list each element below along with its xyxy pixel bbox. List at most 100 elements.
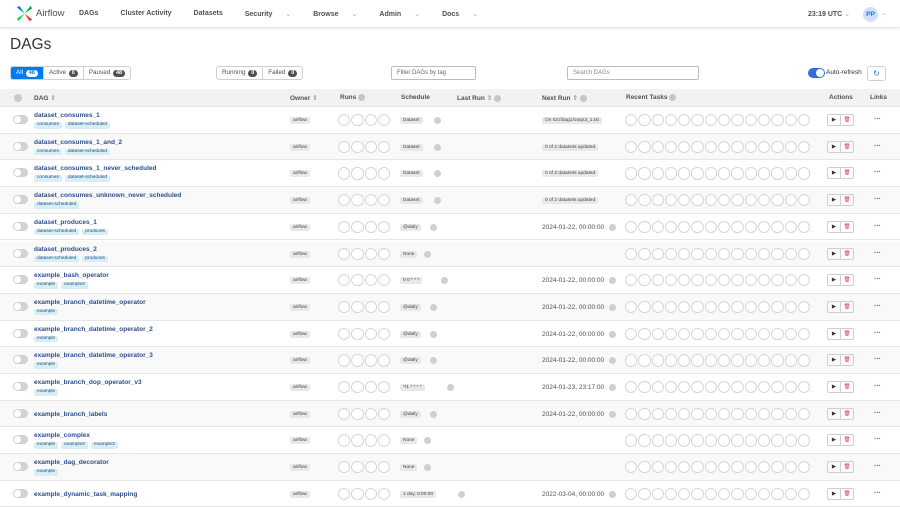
task-state-circle[interactable] [744, 247, 757, 260]
task-state-circle[interactable] [638, 407, 651, 420]
dag-name-link[interactable]: example_dag_decorator [34, 459, 109, 466]
delete-dag-button[interactable]: 🗑 [841, 195, 853, 205]
run-state-circle[interactable] [338, 487, 351, 501]
task-state-circle[interactable] [718, 487, 731, 501]
schedule-badge[interactable]: @daily [400, 223, 421, 231]
airflow-logo-icon[interactable] [16, 5, 33, 22]
schedule-badge[interactable]: @daily [400, 357, 421, 365]
task-state-circle[interactable] [797, 300, 811, 314]
trigger-dag-button[interactable]: ▶ [828, 435, 841, 446]
task-state-circle[interactable] [771, 327, 784, 340]
info-icon[interactable] [423, 437, 431, 445]
task-state-circle[interactable] [731, 140, 744, 153]
task-state-circle[interactable] [664, 487, 678, 501]
task-state-circle[interactable] [797, 407, 811, 420]
task-state-circle[interactable] [718, 220, 731, 234]
schedule-badge[interactable]: None [400, 464, 418, 472]
brand-name[interactable]: Airflow [36, 8, 65, 19]
task-state-circle[interactable] [638, 461, 651, 474]
dag-tag[interactable]: produces [82, 255, 108, 262]
filter-paused[interactable]: Paused 48 [84, 67, 130, 79]
dag-name-link[interactable]: example_branch_datetime_operator [34, 299, 146, 306]
nav-menu-cluster-activity[interactable]: Cluster Activity [120, 10, 182, 18]
run-state-circle[interactable] [338, 300, 351, 314]
dag-tag[interactable]: example [34, 469, 59, 476]
links-menu-icon[interactable]: ··· [874, 196, 881, 203]
owner-badge[interactable]: airflow [290, 117, 310, 124]
task-state-circle[interactable] [691, 487, 704, 501]
owner-badge[interactable]: airflow [290, 143, 310, 151]
info-icon[interactable] [609, 357, 616, 365]
task-state-circle[interactable] [691, 220, 704, 234]
dag-tag[interactable]: example2 [61, 442, 88, 449]
col-owner[interactable]: Owner ⇕ [290, 94, 318, 102]
task-state-circle[interactable] [784, 300, 797, 314]
task-state-circle[interactable] [651, 407, 664, 420]
task-state-circle[interactable] [771, 167, 784, 180]
trigger-dag-button[interactable]: ▶ [828, 328, 841, 339]
task-state-circle[interactable] [771, 354, 784, 367]
task-state-circle[interactable] [784, 327, 797, 340]
task-state-circle[interactable] [771, 194, 784, 207]
run-state-circle[interactable] [364, 487, 377, 501]
filter-running[interactable]: Running 0 [217, 67, 264, 79]
task-state-circle[interactable] [691, 140, 704, 153]
nav-menu-browse[interactable]: Browse ⌄ [313, 10, 368, 18]
task-state-circle[interactable] [744, 461, 757, 474]
dag-tag[interactable]: example2 [61, 282, 88, 289]
dag-name-link[interactable]: dataset_consumes_1_never_scheduled [34, 165, 156, 172]
run-state-circle[interactable] [364, 300, 377, 314]
task-state-circle[interactable] [691, 274, 704, 287]
trigger-dag-button[interactable]: ▶ [828, 275, 841, 286]
task-state-circle[interactable] [784, 461, 797, 474]
schedule-badge[interactable]: None [400, 437, 418, 445]
task-state-circle[interactable] [625, 247, 638, 260]
dag-tag[interactable]: consumes [34, 175, 62, 182]
task-state-circle[interactable] [731, 461, 744, 474]
task-state-circle[interactable] [691, 407, 704, 420]
next-run-badge[interactable]: 0 of 2 datasets updated [542, 197, 599, 205]
delete-dag-button[interactable]: 🗑 [841, 489, 853, 499]
run-state-circle[interactable] [377, 140, 391, 153]
task-state-circle[interactable] [744, 407, 757, 420]
task-state-circle[interactable] [797, 327, 811, 340]
task-state-circle[interactable] [625, 381, 638, 394]
dag-name-link[interactable]: example_bash_operator [34, 272, 109, 279]
task-state-circle[interactable] [744, 140, 757, 153]
task-state-circle[interactable] [664, 194, 678, 207]
next-run-badge[interactable]: 0 of 2 datasets updated [542, 170, 599, 178]
task-state-circle[interactable] [625, 327, 638, 340]
task-state-circle[interactable] [651, 487, 664, 501]
task-state-circle[interactable] [771, 140, 784, 153]
task-state-circle[interactable] [678, 140, 691, 153]
task-state-circle[interactable] [625, 354, 638, 367]
task-state-circle[interactable] [704, 247, 718, 260]
info-icon[interactable] [430, 357, 438, 365]
run-state-circle[interactable] [377, 300, 391, 314]
task-state-circle[interactable] [797, 140, 811, 153]
task-state-circle[interactable] [664, 407, 678, 420]
run-state-circle[interactable] [338, 194, 351, 207]
run-state-circle[interactable] [351, 461, 364, 474]
pause-toggle[interactable] [13, 141, 28, 151]
task-state-circle[interactable] [718, 114, 731, 127]
task-state-circle[interactable] [664, 274, 678, 287]
dag-tag[interactable]: dataset-scheduled [34, 255, 80, 262]
task-state-circle[interactable] [784, 247, 797, 260]
task-state-circle[interactable] [771, 274, 784, 287]
run-state-circle[interactable] [338, 114, 351, 127]
run-state-circle[interactable] [377, 487, 391, 501]
task-state-circle[interactable] [744, 327, 757, 340]
task-state-circle[interactable] [651, 194, 664, 207]
dag-tag[interactable]: dataset-scheduled [64, 122, 111, 129]
owner-badge[interactable]: airflow [290, 250, 310, 258]
task-state-circle[interactable] [757, 140, 771, 153]
delete-dag-button[interactable]: 🗑 [841, 462, 853, 472]
task-state-circle[interactable] [757, 381, 771, 394]
run-state-circle[interactable] [351, 194, 364, 207]
info-icon[interactable] [609, 384, 616, 391]
task-state-circle[interactable] [625, 194, 638, 207]
info-icon[interactable] [609, 303, 616, 311]
filter-active[interactable]: Active 0 [44, 67, 84, 79]
task-state-circle[interactable] [771, 434, 784, 447]
